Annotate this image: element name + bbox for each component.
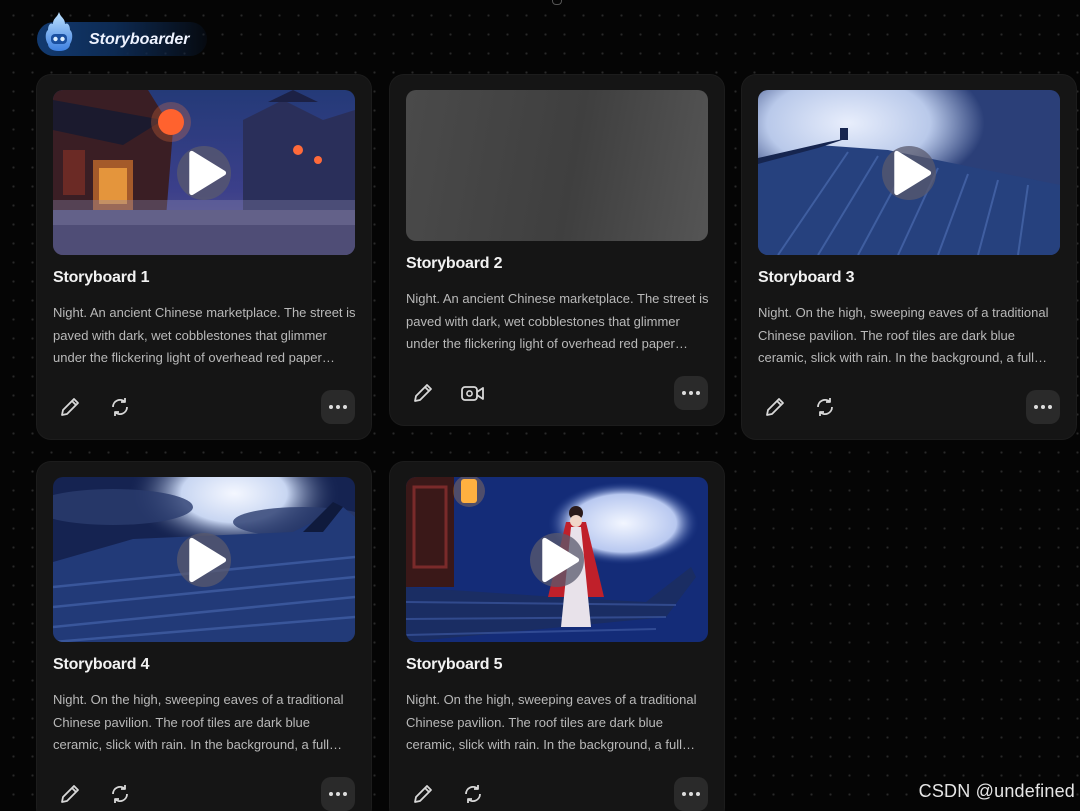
storyboard-thumbnail[interactable] xyxy=(53,90,355,255)
edit-button[interactable] xyxy=(759,391,791,423)
storyboard-thumbnail[interactable] xyxy=(406,90,708,241)
storyboard-thumbnail[interactable] xyxy=(53,477,355,642)
regenerate-icon xyxy=(112,785,128,803)
play-icon xyxy=(189,537,227,582)
more-icon xyxy=(329,405,347,409)
card-title: Storyboard 4 xyxy=(53,656,150,673)
edit-button[interactable] xyxy=(407,377,439,409)
card-actions xyxy=(53,390,355,424)
card-description: Night. On the high, sweeping eaves of a … xyxy=(53,692,344,752)
card-title: Storyboard 1 xyxy=(53,269,150,286)
edit-icon xyxy=(766,398,784,416)
more-icon xyxy=(1034,405,1052,409)
more-options-button[interactable] xyxy=(1026,390,1060,424)
watermark: CSDN @undefined xyxy=(918,781,1075,801)
regenerate-button[interactable] xyxy=(809,391,841,423)
storyboard-card[interactable]: Storyboard 2 Night. An ancient Chinese m… xyxy=(390,75,724,425)
video-camera-icon xyxy=(461,386,484,401)
regenerate-icon xyxy=(817,398,833,416)
storyboard-thumbnail[interactable] xyxy=(758,90,1060,255)
more-options-button[interactable] xyxy=(321,390,355,424)
more-icon xyxy=(682,391,700,395)
card-description: Night. On the high, sweeping eaves of a … xyxy=(406,692,697,752)
card-actions xyxy=(406,777,708,811)
play-button[interactable] xyxy=(177,532,231,587)
card-title: Storyboard 3 xyxy=(758,269,855,286)
more-options-button[interactable] xyxy=(321,777,355,811)
edit-icon xyxy=(414,384,432,402)
brand-name: Storyboarder xyxy=(89,31,190,48)
more-options-button[interactable] xyxy=(674,777,708,811)
play-button[interactable] xyxy=(177,145,231,200)
card-description: Night. An ancient Chinese marketplace. T… xyxy=(53,305,356,365)
storyboard-card[interactable]: Storyboard 4 Night. On the high, sweepin… xyxy=(37,462,371,811)
storyboard-card[interactable]: Storyboard 3 Night. On the high, sweepin… xyxy=(742,75,1076,439)
card-description: Night. An ancient Chinese marketplace. T… xyxy=(406,291,709,351)
more-icon xyxy=(329,792,347,796)
storyboard-thumbnail[interactable] xyxy=(406,477,708,642)
brand-header[interactable]: Storyboarder xyxy=(37,12,207,56)
edit-icon xyxy=(61,785,79,803)
regenerate-button[interactable] xyxy=(104,391,136,423)
regenerate-button[interactable] xyxy=(104,778,136,810)
top-handle xyxy=(552,0,562,5)
storyboard-card[interactable]: Storyboard 5 Night. On the high, sweepin… xyxy=(390,462,724,811)
flame-mascot-icon xyxy=(45,12,73,51)
regenerate-icon xyxy=(112,398,128,416)
card-title: Storyboard 5 xyxy=(406,656,503,673)
card-actions xyxy=(758,390,1060,424)
edit-icon xyxy=(414,785,432,803)
card-actions xyxy=(406,376,708,410)
edit-icon xyxy=(61,398,79,416)
play-button[interactable] xyxy=(882,145,936,200)
play-button[interactable] xyxy=(530,532,584,587)
card-title: Storyboard 2 xyxy=(406,255,503,272)
more-icon xyxy=(682,792,700,796)
card-description: Night. On the high, sweeping eaves of a … xyxy=(758,305,1049,365)
edit-button[interactable] xyxy=(54,391,86,423)
play-icon xyxy=(894,150,932,195)
play-icon xyxy=(189,150,227,195)
storyboard-card[interactable]: Storyboard 1 Night. An ancient Chinese m… xyxy=(37,75,371,439)
card-actions xyxy=(53,777,355,811)
generate-video-button[interactable] xyxy=(457,377,489,409)
more-options-button[interactable] xyxy=(674,376,708,410)
edit-button[interactable] xyxy=(54,778,86,810)
play-icon xyxy=(542,537,580,582)
edit-button[interactable] xyxy=(407,778,439,810)
regenerate-button[interactable] xyxy=(457,778,489,810)
regenerate-icon xyxy=(465,785,481,803)
